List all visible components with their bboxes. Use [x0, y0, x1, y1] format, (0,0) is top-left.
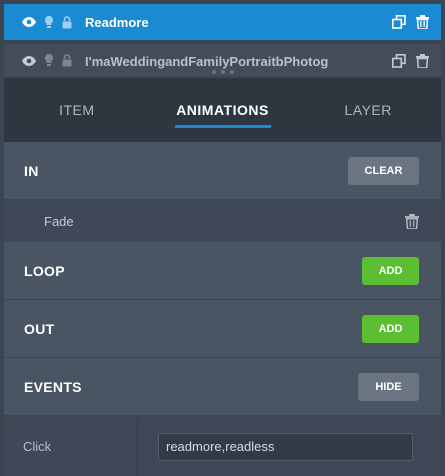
duplicate-icon[interactable] [392, 15, 406, 29]
tab-animations[interactable]: ANIMATIONS [150, 78, 296, 142]
trash-icon[interactable] [416, 54, 429, 68]
tab-label: ANIMATIONS [176, 102, 269, 118]
tab-item[interactable]: ITEM [4, 78, 150, 142]
event-row-click: Click [4, 417, 441, 476]
grip-dot [211, 70, 216, 74]
section-title: IN [24, 162, 39, 179]
layer-name: Readmore [85, 14, 149, 30]
section-title: EVENTS [24, 378, 82, 395]
tab-label: ITEM [59, 102, 95, 118]
eye-icon[interactable] [22, 55, 36, 66]
section-title: LOOP [24, 262, 65, 279]
layer-row-readmore[interactable]: Readmore [4, 4, 441, 40]
add-out-button[interactable]: ADD [362, 314, 419, 343]
tab-label: LAYER [344, 102, 392, 118]
trash-icon[interactable] [405, 213, 419, 229]
lock-icon[interactable] [62, 54, 72, 67]
clear-button[interactable]: CLEAR [348, 156, 419, 185]
tab-layer[interactable]: LAYER [295, 78, 441, 142]
grip-dot [229, 70, 234, 74]
section-out: OUT ADD [4, 300, 441, 358]
tab-bar: ITEM ANIMATIONS LAYER [4, 78, 441, 142]
section-loop: LOOP ADD [4, 242, 441, 300]
resize-handle[interactable] [0, 70, 445, 74]
animation-item-fade[interactable]: Fade [4, 200, 441, 242]
section-events: EVENTS HIDE [4, 358, 441, 416]
active-tab-underline [174, 125, 271, 128]
lightbulb-icon[interactable] [45, 54, 53, 67]
trash-icon[interactable] [416, 15, 429, 29]
section-title: OUT [24, 320, 55, 337]
hide-button[interactable]: HIDE [358, 372, 419, 401]
lock-icon[interactable] [62, 15, 72, 29]
click-event-input[interactable] [158, 432, 413, 461]
grip-dot [220, 70, 225, 74]
section-in: IN CLEAR [4, 142, 441, 200]
lightbulb-icon[interactable] [45, 15, 53, 29]
eye-icon[interactable] [22, 17, 36, 27]
duplicate-icon[interactable] [392, 54, 406, 68]
add-loop-button[interactable]: ADD [362, 256, 419, 285]
animation-label: Fade [44, 213, 74, 229]
event-label: Click [4, 417, 138, 476]
layer-name: I'maWeddingandFamilyPortraitbPhotog [85, 54, 329, 69]
